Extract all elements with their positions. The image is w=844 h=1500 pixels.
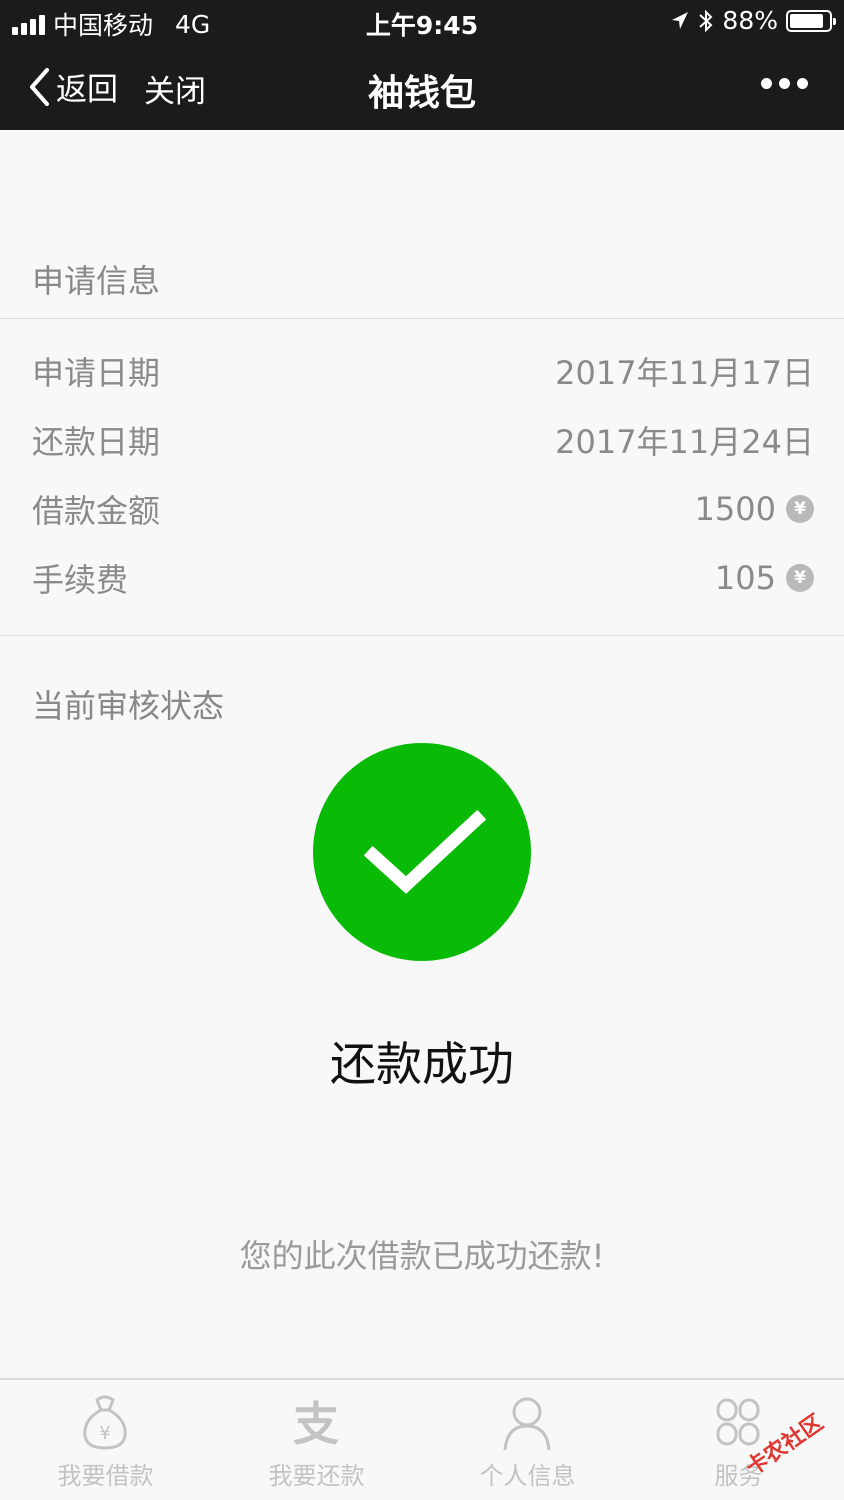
tab-repay[interactable]: 支 我要还款 [211,1380,422,1500]
nav-bar: 返回 关闭 袖钱包 [0,42,844,130]
row-label: 还款日期 [32,423,161,461]
checkmark-icon [363,809,487,894]
battery-percent: 88% [722,6,778,35]
row-value: 2017年11月17日 [555,354,814,392]
tab-label: 我要借款 [57,1462,154,1490]
application-info-card: 申请日期 2017年11月17日 还款日期 2017年11月24日 借款金额 1… [0,318,844,636]
row-value-wrap: 105 ¥ [715,559,814,597]
info-row-repay-date: 还款日期 2017年11月24日 [32,415,814,465]
fee-value: 105 [714,559,776,597]
result-description: 您的此次借款已成功还款! [239,1237,605,1275]
row-label: 申请日期 [32,354,161,392]
tab-bar: ¥ 我要借款 支 我要还款 个人信息 服务 [0,1378,844,1500]
status-section-title: 当前审核状态 [32,687,225,725]
bluetooth-icon [699,9,713,32]
page-title: 袖钱包 [367,73,476,114]
application-section-title: 申请信息 [32,262,161,300]
money-bag-icon: ¥ [83,1395,127,1450]
tab-label: 我要还款 [268,1462,365,1490]
battery-fill [790,13,824,28]
row-label: 借款金额 [32,492,161,530]
alipay-icon: 支 [293,1397,339,1451]
user-icon [503,1397,551,1451]
row-label: 手续费 [32,561,129,599]
svg-text:¥: ¥ [99,1423,110,1444]
info-row-loan-amount: 借款金额 1500 ¥ [32,484,814,534]
tab-label: 服务 [714,1462,763,1490]
row-value: 2017年11月24日 [555,423,814,461]
result-title: 还款成功 [330,1037,514,1091]
tab-profile[interactable]: 个人信息 [422,1380,633,1500]
tab-borrow[interactable]: ¥ 我要借款 [0,1380,211,1500]
info-row-apply-date: 申请日期 2017年11月17日 [32,346,814,396]
more-menu-button[interactable] [761,78,808,89]
info-row-fee: 手续费 105 ¥ [32,553,814,603]
loan-amount-value: 1500 [694,490,776,528]
battery-icon [786,9,836,32]
location-icon [672,11,689,29]
row-value-wrap: 1500 ¥ [695,490,814,528]
status-right: 88% [670,6,836,35]
yen-icon: ¥ [786,564,814,592]
status-bar: 中国移动 4G 上午9:45 88% [0,0,844,42]
tab-label: 个人信息 [479,1462,576,1490]
success-check-icon [313,743,531,961]
svg-text:支: 支 [293,1397,339,1451]
yen-icon: ¥ [786,495,814,523]
